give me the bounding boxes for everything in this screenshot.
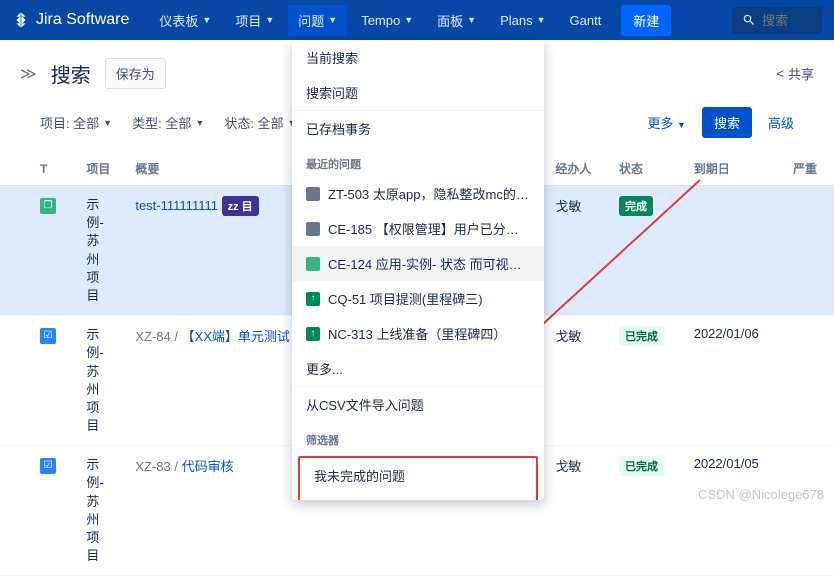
- cell-due: 2022/01/05: [686, 446, 785, 576]
- issue-link[interactable]: 【XX端】单元测试: [182, 329, 290, 344]
- tag-badge: zz 目: [222, 196, 259, 216]
- issues-dropdown: 当前搜索搜索问题已存档事务 最近的问题 ZT-503 太原app，隐私整改mc的…: [292, 40, 544, 500]
- filter-project[interactable]: 项目: 全部▼: [40, 113, 112, 132]
- filter-type[interactable]: 类型: 全部▼: [132, 113, 204, 132]
- dd-recent-item[interactable]: CE-185 【权限管理】用户已分配JIRA...: [292, 211, 544, 246]
- issue-type-icon: ❐: [40, 198, 56, 214]
- nav-gantt[interactable]: Gantt: [560, 7, 612, 34]
- col-project[interactable]: 项目: [78, 152, 127, 186]
- status-badge: 已完成: [619, 456, 664, 476]
- chevron-down-icon: ▼: [202, 15, 211, 25]
- cell-project: 示例-苏州项目: [78, 186, 127, 316]
- search-button[interactable]: 搜索: [702, 107, 752, 138]
- issue-type-icon: ☑: [40, 328, 56, 344]
- issue-link[interactable]: 代码审核: [182, 459, 234, 474]
- dd-recent-item[interactable]: CE-124 应用-实例- 状态 而可视化。: [292, 246, 544, 281]
- cell-assignee: 戈敏: [547, 186, 611, 316]
- chevron-down-icon: ▼: [265, 15, 274, 25]
- cell-assignee: 戈敏: [547, 316, 611, 446]
- logo[interactable]: Jira Software: [12, 11, 129, 29]
- dd-recent-item[interactable]: ↑CQ-51 项目提测(里程碑三): [292, 281, 544, 316]
- col-type[interactable]: T: [0, 152, 78, 186]
- collapse-icon[interactable]: ≫: [20, 64, 37, 84]
- nav-dashboards[interactable]: 仪表板▼: [149, 5, 221, 36]
- story-icon: [306, 257, 320, 271]
- col-assignee[interactable]: 经办人: [547, 152, 611, 186]
- saveas-button[interactable]: 保存为: [105, 58, 166, 89]
- top-nav: Jira Software 仪表板▼ 项目▼ 问题▼ Tempo▼ 面板▼ Pl…: [0, 0, 834, 40]
- new-button[interactable]: 新建: [621, 5, 671, 36]
- nav-items: 仪表板▼ 项目▼ 问题▼ Tempo▼ 面板▼ Plans▼ Gantt 新建: [149, 5, 671, 36]
- nav-issues[interactable]: 问题▼: [288, 5, 347, 36]
- issue-type-icon: ☑: [40, 458, 56, 474]
- issue-link[interactable]: test-111111111: [135, 198, 218, 213]
- dd-filter-item[interactable]: 我的报告: [300, 493, 536, 500]
- col-status[interactable]: 状态: [611, 152, 686, 186]
- watermark: CSDN @Nicolege678: [698, 487, 824, 502]
- issue-icon: [306, 187, 320, 201]
- chevron-down-icon: ▼: [404, 15, 413, 25]
- advanced-link[interactable]: 高级: [768, 113, 794, 132]
- search-input[interactable]: [762, 13, 812, 28]
- chevron-down-icon: ▼: [328, 15, 337, 25]
- cell-project: 示例-苏州项目: [78, 316, 127, 446]
- cell-project: 示例-苏州项目: [78, 446, 127, 576]
- dd-item[interactable]: 当前搜索: [292, 40, 544, 75]
- col-severity[interactable]: 严重: [785, 152, 834, 186]
- global-search[interactable]: [732, 7, 822, 34]
- chevron-down-icon: ▼: [537, 15, 546, 25]
- filter-more[interactable]: 更多 ▼: [647, 113, 686, 132]
- logo-text: Jira Software: [36, 11, 129, 29]
- dd-item[interactable]: 搜索问题: [292, 75, 544, 110]
- nav-plans[interactable]: Plans▼: [490, 7, 555, 34]
- cell-assignee: 戈敏: [547, 446, 611, 576]
- filter-status[interactable]: 状态: 全部▼: [224, 113, 296, 132]
- dd-recent-header: 最近的问题: [292, 146, 544, 176]
- dd-filters-header: 筛选器: [292, 422, 544, 452]
- cell-due: [686, 186, 785, 316]
- chevron-down-icon: ▼: [467, 15, 476, 25]
- status-badge: 已完成: [619, 326, 664, 346]
- search-icon: [742, 13, 756, 27]
- dd-filter-item[interactable]: 我未完成的问题: [300, 458, 536, 493]
- cell-due: 2022/01/06: [686, 316, 785, 446]
- col-due[interactable]: 到期日: [686, 152, 785, 186]
- issue-icon: [306, 222, 320, 236]
- nav-boards[interactable]: 面板▼: [427, 5, 486, 36]
- dd-filters-highlight: 我未完成的问题我的报告大数据平台任务看板开发三部工作任务开发五部工作看板: [298, 456, 538, 500]
- dd-recent-item[interactable]: ↑NC-313 上线准备（里程碑四）: [292, 316, 544, 351]
- page-title: 搜索: [51, 59, 91, 88]
- status-badge: 完成: [619, 196, 653, 216]
- nav-projects[interactable]: 项目▼: [225, 5, 284, 36]
- dd-more[interactable]: 更多...: [292, 351, 544, 386]
- arrow-up-icon: ↑: [306, 292, 320, 306]
- dd-item[interactable]: 已存档事务: [292, 110, 544, 146]
- dd-recent-item[interactable]: ZT-503 太原app，隐私整改mc的接口...: [292, 176, 544, 211]
- dd-import-csv[interactable]: 从CSV文件导入问题: [292, 386, 544, 422]
- nav-tempo[interactable]: Tempo▼: [351, 7, 423, 34]
- arrow-up-icon: ↑: [306, 327, 320, 341]
- share-button[interactable]: < 共享: [776, 64, 814, 83]
